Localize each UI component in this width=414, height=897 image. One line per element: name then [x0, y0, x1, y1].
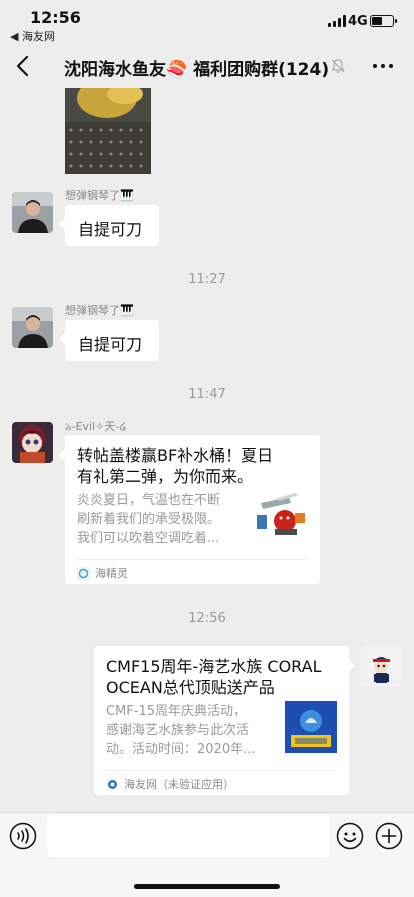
avatar[interactable] — [12, 307, 53, 348]
plus-icon[interactable] — [375, 822, 403, 854]
card-title-line: 有礼第二弹，为你而来。 — [77, 467, 254, 486]
back-arrow-icon[interactable] — [12, 52, 36, 80]
card-source: 海友网（未验证应用） — [106, 776, 234, 792]
voice-icon[interactable] — [9, 822, 37, 854]
card-desc-line: CMF-15周年庆典活动， — [106, 704, 247, 719]
sender-name: 想弹钢琴了🎹 — [65, 304, 134, 317]
card-divider — [77, 559, 308, 560]
more-icon[interactable] — [373, 64, 393, 68]
status-bar: 12:56 ◀ 海友网 4G — [0, 0, 414, 44]
timestamp: 11:27 — [188, 272, 226, 287]
avatar[interactable] — [12, 192, 53, 233]
card-desc-line: 感谢海艺水族参与此次活 — [106, 723, 250, 738]
card-desc-line: 我们可以吹着空调吃着... — [77, 531, 220, 546]
input-bar — [0, 812, 414, 897]
link-card[interactable]: CMF15周年-海艺水族 CORAL OCEAN总代顶贴送产品 CMF-15周年… — [94, 646, 355, 795]
chat-title: 沈阳海水鱼友🍣 福利团购群(124) — [64, 60, 330, 80]
back-to-app-link[interactable]: ◀ 海友网 — [10, 28, 55, 44]
card-title: 转帖盖楼赢BF补水桶！夏日 有礼第二弹，为你而来。 — [77, 445, 273, 487]
message-text: 自提可刀 — [78, 220, 143, 239]
message-text: 自提可刀 — [78, 335, 143, 354]
timestamp: 11:47 — [188, 387, 226, 402]
status-time: 12:56 — [30, 8, 81, 27]
battery-icon — [370, 15, 397, 27]
card-title-line: 转帖盖楼赢BF补水桶！夏日 — [77, 446, 274, 465]
home-indicator[interactable] — [134, 884, 280, 889]
image-message[interactable] — [65, 88, 151, 174]
message-bubble[interactable]: 自提可刀 — [59, 205, 159, 246]
card-source-label: 海精灵 — [95, 567, 128, 580]
card-title-line: OCEAN总代顶贴送产品 — [106, 678, 275, 697]
sender-name: 想弹钢琴了🎹 — [65, 189, 134, 202]
card-description: CMF-15周年庆典活动， 感谢海艺水族参与此次活 动。活动时间：2020年..… — [106, 702, 255, 759]
card-title: CMF15周年-海艺水族 CORAL OCEAN总代顶贴送产品 — [106, 656, 322, 698]
message-bubble[interactable]: 自提可刀 — [59, 320, 159, 361]
signal-icon — [328, 15, 346, 27]
source-app-icon — [106, 777, 119, 791]
link-card[interactable]: 转帖盖楼赢BF补水桶！夏日 有礼第二弹，为你而来。 炎炎夏日，气温也在不断 刷新… — [59, 435, 320, 584]
mute-icon — [330, 58, 346, 78]
chat-header: 沈阳海水鱼友🍣 福利团购群(124) — [0, 44, 414, 88]
avatar[interactable] — [361, 646, 402, 687]
message-input[interactable] — [47, 815, 330, 857]
card-desc-line: 刷新着我们的承受极限。 — [77, 512, 221, 527]
avatar[interactable] — [12, 422, 53, 463]
card-title-line: CMF15周年-海艺水族 CORAL — [106, 657, 322, 676]
card-source-label: 海友网（未验证应用） — [124, 778, 234, 791]
card-desc-line: 动。活动时间：2020年... — [106, 742, 256, 757]
card-thumbnail — [255, 491, 307, 543]
network-type: 4G — [348, 14, 368, 29]
card-divider — [106, 770, 337, 771]
emoji-icon[interactable] — [336, 822, 364, 854]
card-source: 海精灵 — [77, 565, 128, 581]
card-thumbnail — [285, 701, 337, 753]
card-description: 炎炎夏日，气温也在不断 刷新着我们的承受极限。 我们可以吹着空调吃着... — [77, 491, 220, 548]
source-app-icon — [77, 566, 90, 580]
card-desc-line: 炎炎夏日，气温也在不断 — [77, 493, 221, 508]
timestamp: 12:56 — [188, 611, 226, 626]
